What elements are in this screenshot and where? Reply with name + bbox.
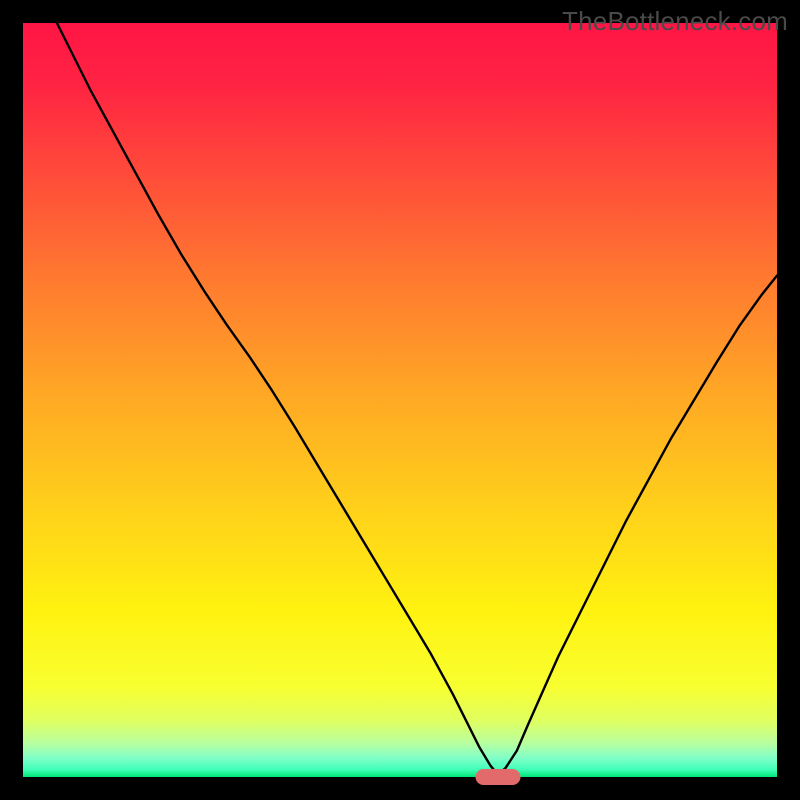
plot-svg	[23, 23, 777, 777]
optimal-marker	[476, 769, 521, 785]
gradient-background	[23, 23, 777, 777]
plot-area	[23, 23, 777, 777]
watermark-text: TheBottleneck.com	[562, 6, 788, 37]
chart-frame: TheBottleneck.com	[0, 0, 800, 800]
